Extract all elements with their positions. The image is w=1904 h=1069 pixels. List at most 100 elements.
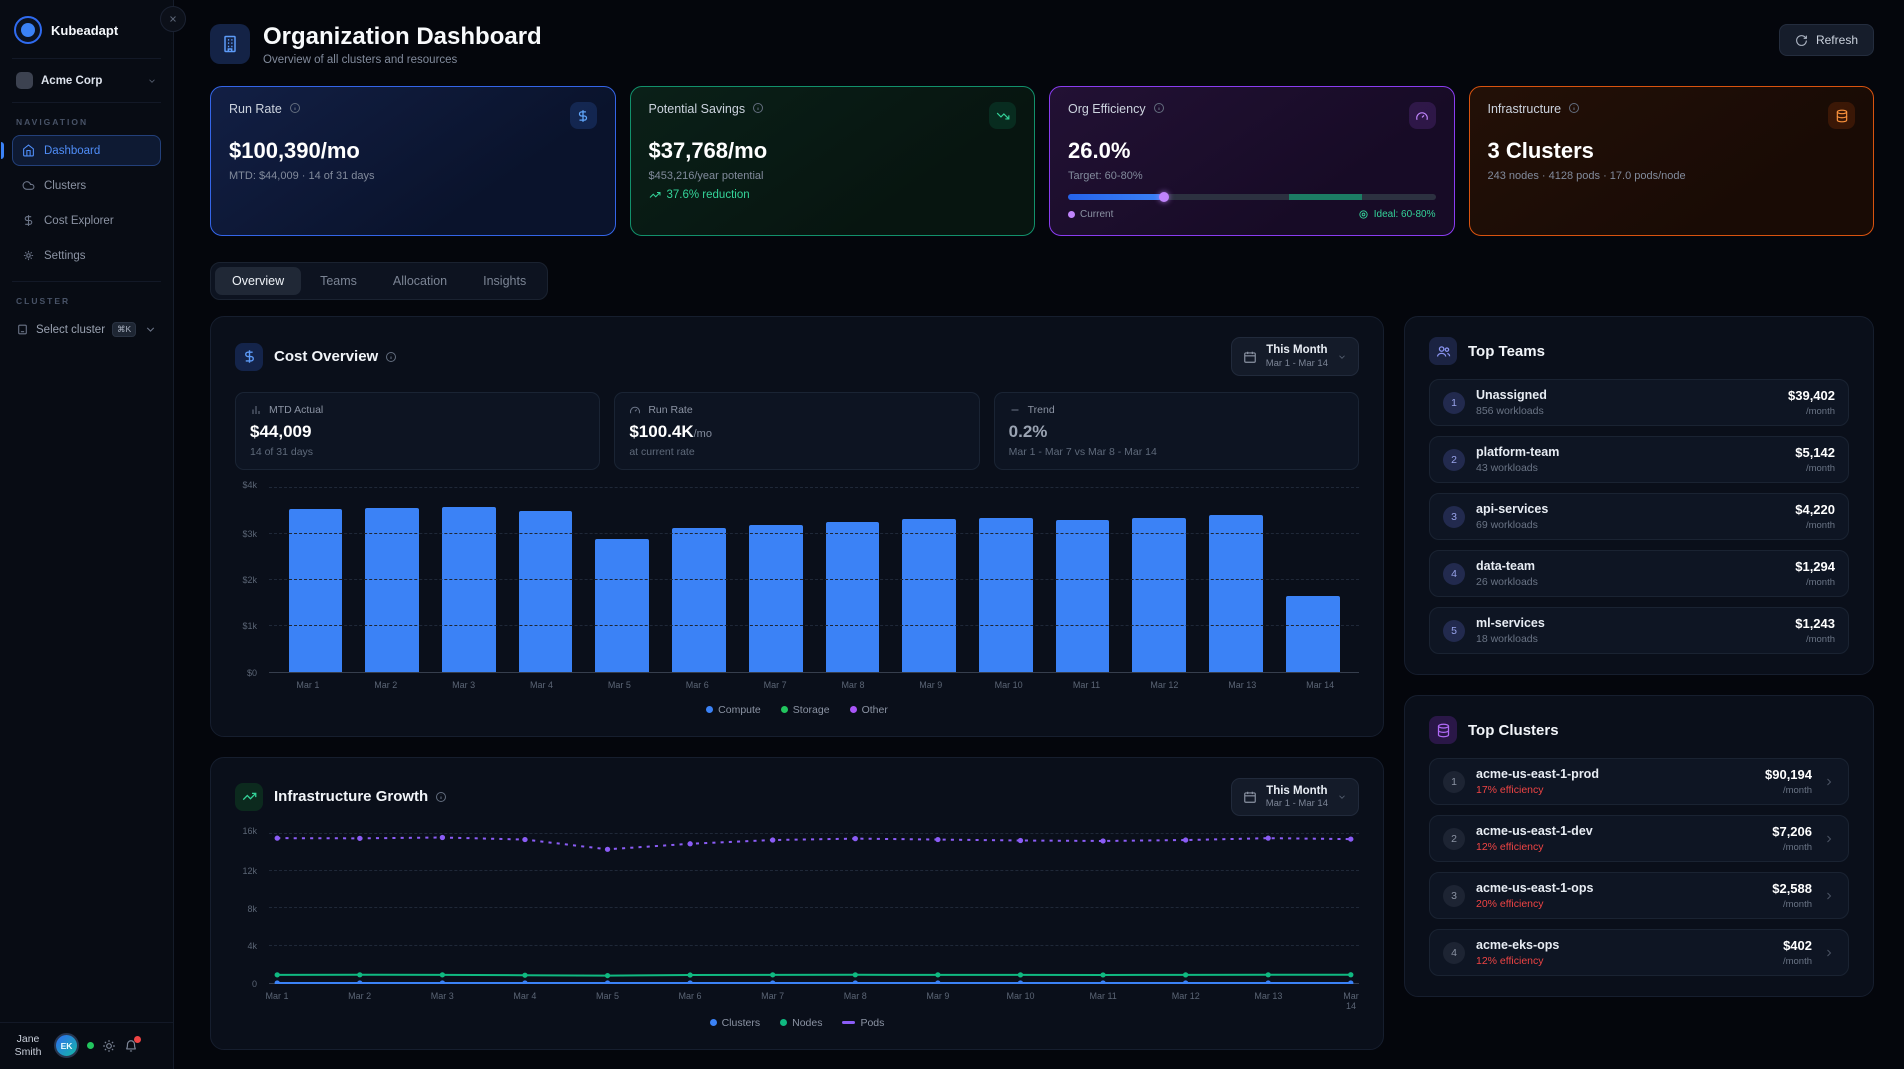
data-point[interactable] [440, 972, 445, 977]
notifications-bell-icon[interactable] [124, 1039, 138, 1053]
team-row-item[interactable]: 2platform-team43 workloads$5,142/month [1429, 436, 1849, 483]
data-point[interactable] [357, 972, 362, 977]
info-icon[interactable] [752, 102, 764, 114]
theme-toggle-sun-icon[interactable] [102, 1039, 116, 1053]
sidebar-item-clusters[interactable]: Clusters [12, 170, 161, 201]
data-point[interactable] [1100, 838, 1105, 843]
data-point[interactable] [357, 980, 362, 984]
data-point[interactable] [275, 835, 280, 840]
data-point[interactable] [522, 980, 527, 984]
cluster-selector[interactable]: Select cluster ⌘K [12, 314, 161, 345]
data-point[interactable] [605, 980, 610, 984]
data-point[interactable] [853, 836, 858, 841]
data-point[interactable] [935, 980, 940, 984]
data-point[interactable] [770, 837, 775, 842]
team-row-item[interactable]: 1Unassigned856 workloads$39,402/month [1429, 379, 1849, 426]
data-point[interactable] [1018, 980, 1023, 984]
data-point[interactable] [1266, 980, 1271, 984]
cluster-row-item[interactable]: 4acme-eks-ops12% efficiency$402/month [1429, 929, 1849, 976]
data-point[interactable] [522, 837, 527, 842]
data-point[interactable] [853, 980, 858, 984]
row-value: $90,194 [1765, 767, 1812, 782]
info-icon[interactable] [1568, 102, 1580, 114]
org-switcher[interactable]: Acme Corp [12, 59, 161, 103]
tab-teams[interactable]: Teams [303, 267, 374, 295]
info-icon[interactable] [435, 791, 447, 803]
cost-bar[interactable] [1132, 518, 1186, 672]
cluster-row-item[interactable]: 3acme-us-east-1-ops20% efficiency$2,588/… [1429, 872, 1849, 919]
period-dropdown[interactable]: This MonthMar 1 - Mar 14 [1231, 778, 1359, 816]
data-point[interactable] [1018, 972, 1023, 977]
data-point[interactable] [605, 847, 610, 852]
data-point[interactable] [935, 972, 940, 977]
cost-bar-slot [277, 488, 354, 672]
data-point[interactable] [1183, 972, 1188, 977]
period-dropdown[interactable]: This MonthMar 1 - Mar 14 [1231, 337, 1359, 375]
cost-bar[interactable] [1056, 520, 1110, 672]
data-point[interactable] [440, 835, 445, 840]
tab-allocation[interactable]: Allocation [376, 267, 464, 295]
gridline [269, 870, 1359, 871]
data-point[interactable] [853, 972, 858, 977]
cost-bar[interactable] [519, 511, 573, 672]
cluster-row-item[interactable]: 2acme-us-east-1-dev12% efficiency$7,206/… [1429, 815, 1849, 862]
info-icon[interactable] [289, 102, 301, 114]
data-point[interactable] [687, 980, 692, 984]
cost-bar[interactable] [749, 525, 803, 672]
sidebar-collapse-button[interactable] [160, 6, 186, 32]
data-point[interactable] [687, 841, 692, 846]
data-point[interactable] [1183, 837, 1188, 842]
tab-insights[interactable]: Insights [466, 267, 543, 295]
data-point[interactable] [770, 972, 775, 977]
data-point[interactable] [687, 972, 692, 977]
rank-badge: 2 [1443, 828, 1465, 850]
cost-bar[interactable] [1209, 515, 1263, 672]
data-point[interactable] [1100, 972, 1105, 977]
data-point[interactable] [522, 972, 527, 977]
data-point[interactable] [275, 980, 280, 984]
cluster-row-item[interactable]: 1acme-us-east-1-prod17% efficiency$90,19… [1429, 758, 1849, 805]
row-value: $402 [1783, 938, 1812, 953]
database-icon [1429, 716, 1457, 744]
data-point[interactable] [1348, 980, 1353, 984]
data-point[interactable] [770, 980, 775, 984]
refresh-button[interactable]: Refresh [1779, 24, 1874, 56]
cost-bar-slot [814, 488, 891, 672]
team-row-item[interactable]: 4data-team26 workloads$1,294/month [1429, 550, 1849, 597]
data-point[interactable] [1266, 972, 1271, 977]
data-point[interactable] [1348, 836, 1353, 841]
avatar[interactable]: EK [54, 1033, 79, 1058]
data-point[interactable] [605, 973, 610, 978]
info-icon[interactable] [1153, 102, 1165, 114]
data-point[interactable] [275, 972, 280, 977]
row-name: Unassigned [1476, 388, 1777, 402]
cost-bar[interactable] [1286, 596, 1340, 672]
data-point[interactable] [1183, 980, 1188, 984]
cost-bar[interactable] [826, 522, 880, 672]
infra-line-chart: 04k8k12k16k [235, 834, 1359, 984]
cost-bar[interactable] [902, 519, 956, 671]
cost-bar[interactable] [672, 528, 726, 672]
sidebar-item-dashboard[interactable]: Dashboard [12, 135, 161, 166]
sidebar-item-settings[interactable]: Settings [12, 240, 161, 271]
sidebar-item-cost-explorer[interactable]: Cost Explorer [12, 205, 161, 236]
data-point[interactable] [1348, 972, 1353, 977]
cost-bar[interactable] [595, 539, 649, 672]
data-point[interactable] [440, 980, 445, 984]
data-point[interactable] [1266, 835, 1271, 840]
data-point[interactable] [935, 837, 940, 842]
tab-overview[interactable]: Overview [215, 267, 301, 295]
data-point[interactable] [1018, 838, 1023, 843]
series-line-nodes [277, 975, 1351, 976]
team-row-item[interactable]: 3api-services69 workloads$4,220/month [1429, 493, 1849, 540]
gridline [269, 533, 1359, 534]
calendar-icon [1243, 350, 1257, 364]
row-sub: 12% efficiency [1476, 841, 1761, 853]
data-point[interactable] [1100, 980, 1105, 984]
row-unit: /month [1795, 634, 1835, 645]
team-row-item[interactable]: 5ml-services18 workloads$1,243/month [1429, 607, 1849, 654]
cost-bar[interactable] [979, 518, 1033, 671]
data-point[interactable] [357, 836, 362, 841]
savings-value: $37,768/mo [649, 138, 1017, 164]
info-icon[interactable] [385, 351, 397, 363]
